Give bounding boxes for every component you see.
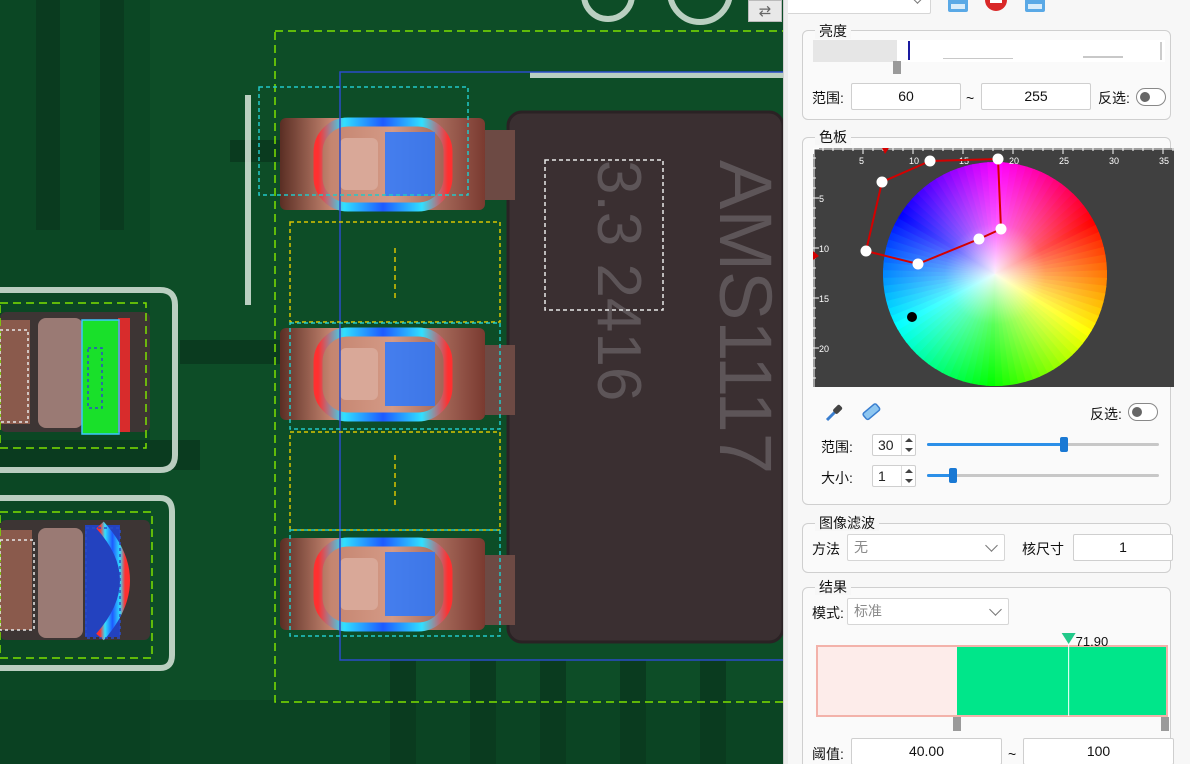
palette-size-slider-thumb[interactable]	[949, 468, 957, 483]
brightness-range-sep: ~	[966, 90, 975, 106]
palette-point[interactable]	[924, 155, 936, 167]
result-mode-value: 标准	[854, 603, 882, 619]
brightness-group: 亮度 范围: 60 ~ 255 反选:	[802, 23, 1171, 120]
result-mode-label: 模式:	[812, 605, 844, 621]
filter-kernel-label: 核尺寸	[1022, 541, 1064, 557]
threshold-low-handle[interactable]	[953, 717, 961, 731]
result-marker	[1061, 633, 1076, 644]
brightness-histogram	[813, 40, 1165, 74]
filter-group: 图像滤波 方法 无 核尺寸 1	[802, 515, 1173, 573]
threshold-high-input[interactable]: 100	[1023, 738, 1174, 764]
brightness-high-input[interactable]: 255	[981, 83, 1091, 110]
palette-range-spinbox[interactable]: 30	[872, 434, 916, 456]
filter-title: 图像滤波	[815, 515, 879, 531]
threshold-sep: ~	[1008, 746, 1017, 762]
palette-invert-label: 反选:	[1090, 406, 1122, 422]
palette-size-spinbox[interactable]: 1	[872, 465, 916, 487]
palette-x-tick-label: 30	[1109, 156, 1119, 166]
top-combo[interactable]	[788, 0, 931, 14]
result-pass-zone	[957, 647, 1166, 715]
palette-title: 色板	[815, 129, 851, 145]
chip-marking-bottom: 3.3 2416	[584, 160, 653, 401]
filter-kernel-input[interactable]: 1	[1073, 534, 1173, 561]
brightness-range-label: 范围:	[812, 90, 844, 106]
image-viewer[interactable]: AMS1117 3.3 2416 ⇄	[0, 0, 783, 764]
palette-y-tick-label: 20	[819, 344, 829, 354]
brightness-low-input[interactable]: 60	[851, 83, 961, 110]
threshold-high-handle[interactable]	[1161, 717, 1169, 731]
palette-x-tick-label: 35	[1159, 156, 1169, 166]
palette-group: 色板 5 10 15 20 25 30 35 5 10 15 20 反选: 范围…	[802, 129, 1174, 505]
palette-y-tick-label: 10	[819, 244, 829, 254]
palette-x-tick-label: 10	[909, 156, 919, 166]
result-group: 结果 模式: 标准 71.90 阈值: 40.00 ~ 100	[802, 579, 1174, 764]
result-marker-value: 71.90	[1076, 634, 1109, 649]
palette-x-tick-label: 5	[859, 156, 864, 166]
palette-size-value: 1	[878, 468, 886, 484]
pcb-image[interactable]: AMS1117 3.3 2416	[0, 0, 783, 764]
result-bar: 71.90	[816, 633, 1169, 731]
palette-y-tick-label: 15	[819, 294, 829, 304]
palette-size-label: 大小:	[821, 470, 853, 486]
palette-point[interactable]	[912, 258, 924, 270]
result-mode-combo[interactable]: 标准	[847, 598, 1009, 625]
palette-range-slider-thumb[interactable]	[1060, 437, 1068, 452]
app-window: AMS1117 3.3 2416 ⇄ 亮度 范围: 60 ~ 255 反选: 色…	[0, 0, 1190, 764]
palette-point[interactable]	[973, 233, 985, 245]
palette-size-slider[interactable]	[927, 468, 1159, 483]
brightness-invert-toggle[interactable]	[1136, 88, 1166, 106]
brightness-invert-label: 反选:	[1098, 90, 1130, 106]
palette-x-tick-label: 20	[1009, 156, 1019, 166]
palette-point[interactable]	[995, 223, 1007, 235]
brightness-low-handle[interactable]	[893, 61, 901, 74]
palette-range-label: 范围:	[821, 439, 853, 455]
palette-cursor	[907, 312, 917, 322]
color-wheel-canvas[interactable]: 5 10 15 20 25 30 35 5101520	[813, 148, 1174, 387]
swap-arrows-icon[interactable]: ⇄	[748, 0, 782, 22]
stop-icon[interactable]	[984, 0, 1008, 14]
brightness-title: 亮度	[815, 23, 851, 39]
filter-method-label: 方法	[812, 541, 840, 557]
eraser-icon[interactable]	[859, 400, 883, 424]
eyedropper-icon[interactable]	[823, 400, 847, 424]
palette-point[interactable]	[992, 153, 1004, 165]
filter-method-value: 无	[854, 539, 868, 555]
palette-point[interactable]	[860, 245, 872, 257]
save-as-icon[interactable]	[1023, 0, 1047, 14]
palette-invert-toggle[interactable]	[1128, 403, 1158, 421]
threshold-label: 阈值:	[812, 746, 844, 762]
palette-range-slider[interactable]	[927, 437, 1159, 452]
filter-method-combo[interactable]: 无	[847, 534, 1005, 561]
threshold-low-input[interactable]: 40.00	[851, 738, 1002, 764]
save-icon[interactable]	[946, 0, 970, 14]
result-title: 结果	[815, 579, 851, 595]
palette-range-value: 30	[878, 437, 894, 453]
palette-point[interactable]	[876, 176, 888, 188]
palette-y-tick-label: 5	[819, 194, 824, 204]
palette-x-tick-label: 25	[1059, 156, 1069, 166]
settings-panel: 亮度 范围: 60 ~ 255 反选: 色板 5 10 15 20 25 30 …	[788, 0, 1190, 764]
chip-marking-top: AMS1117	[704, 160, 783, 474]
